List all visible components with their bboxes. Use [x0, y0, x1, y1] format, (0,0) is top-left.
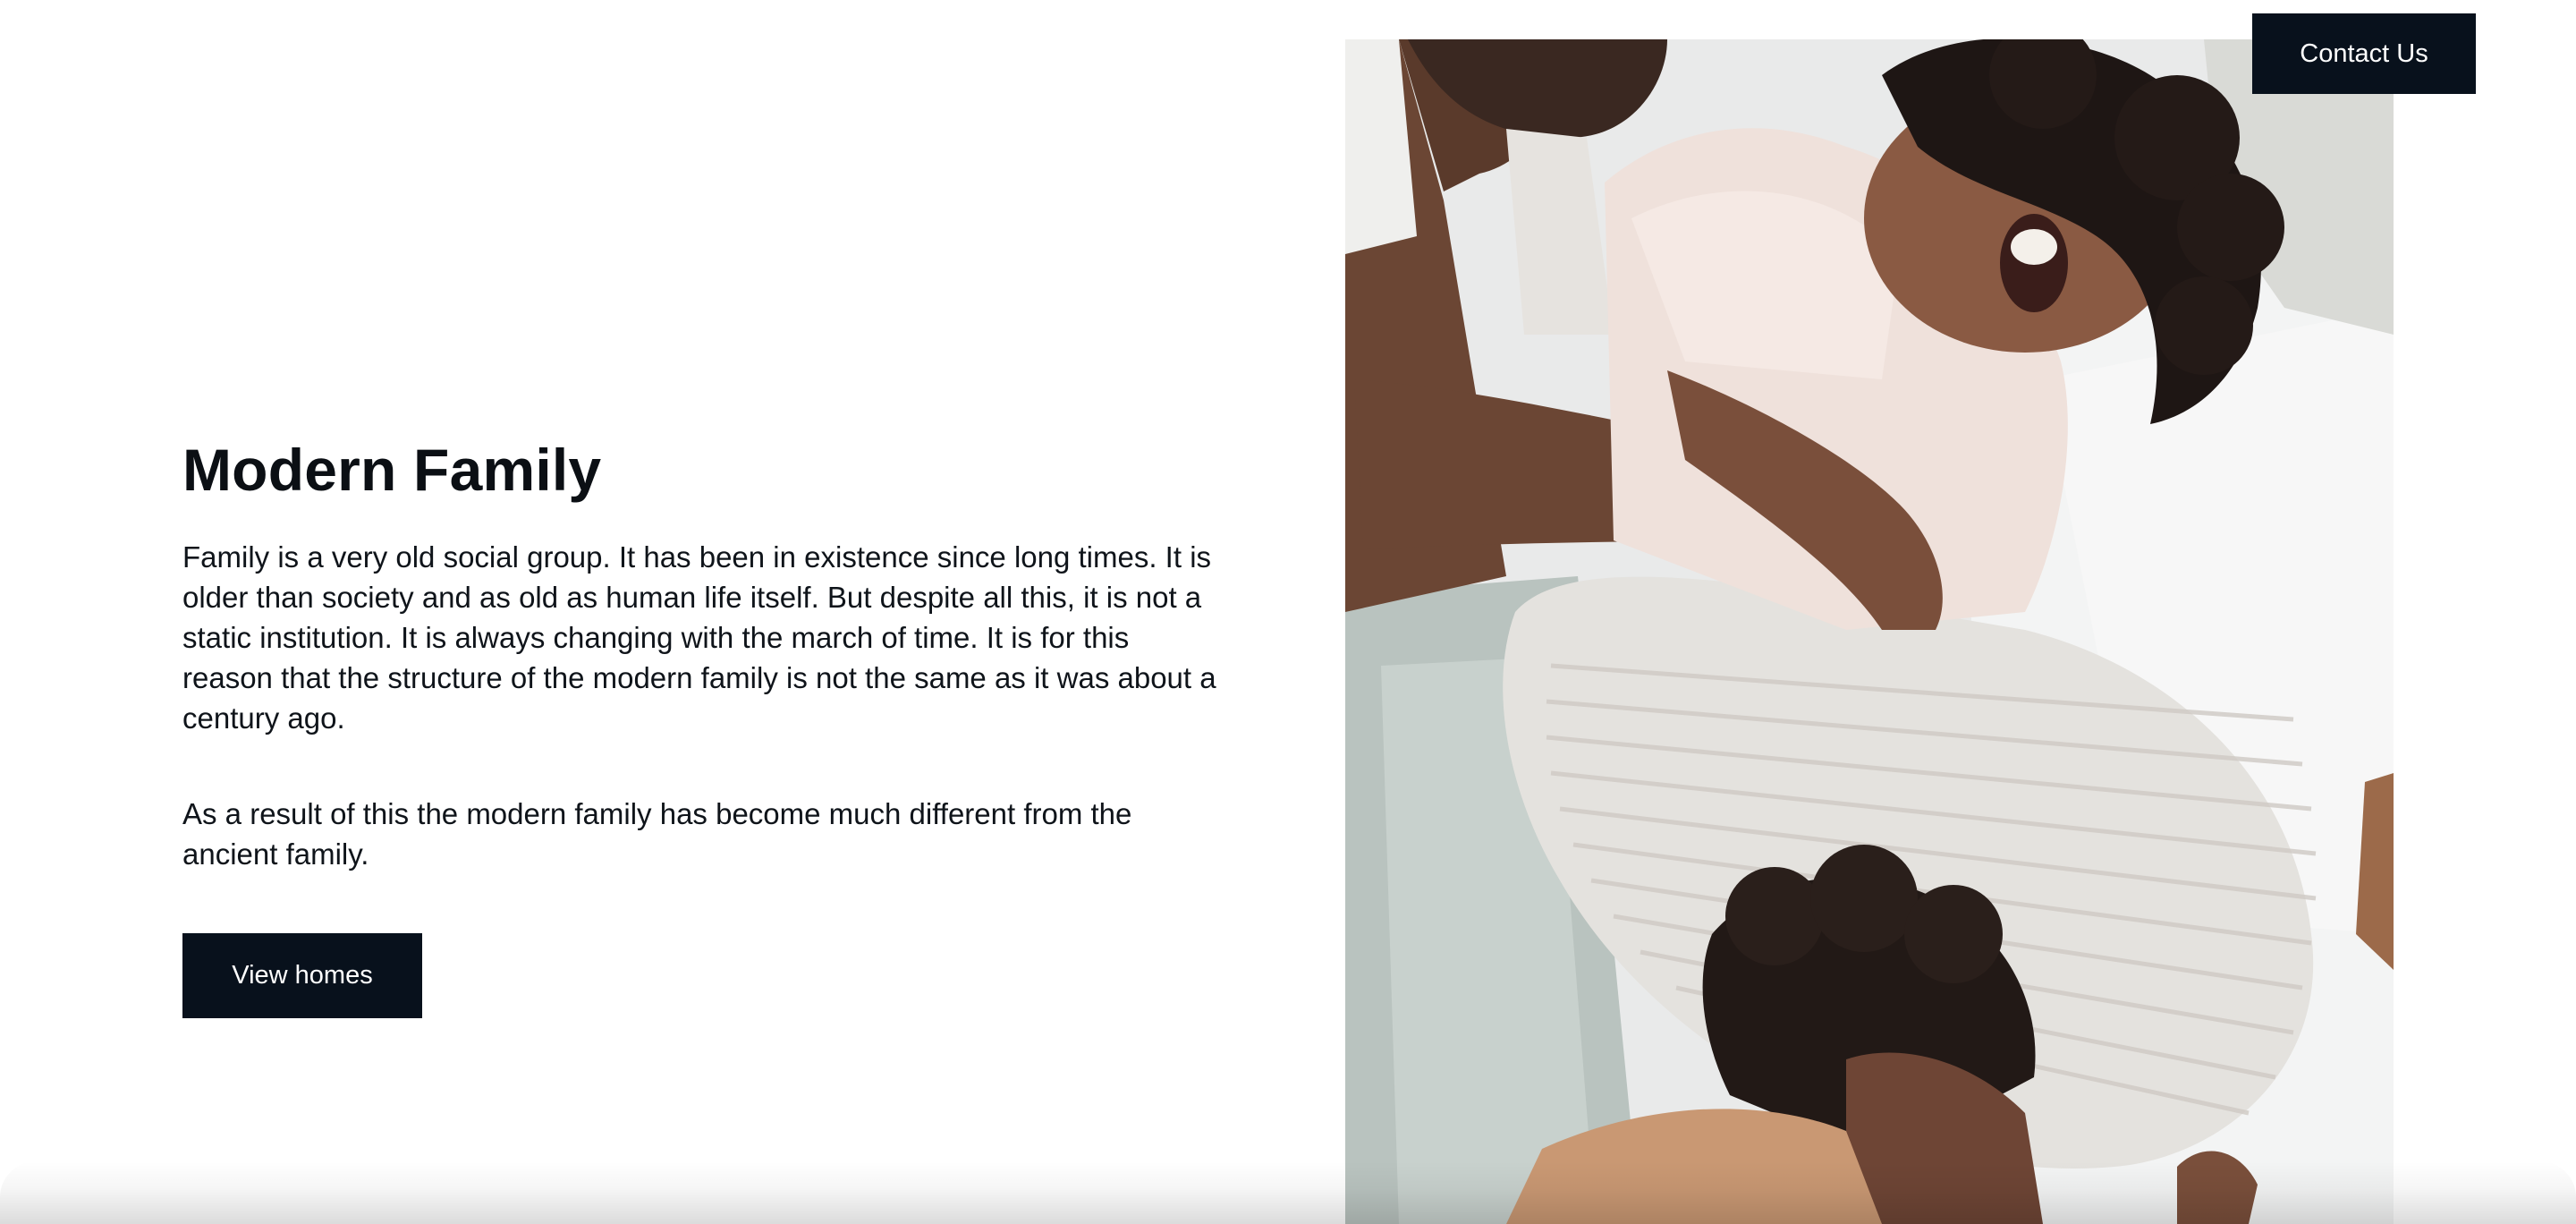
- page-title: Modern Family: [182, 437, 602, 503]
- view-homes-button[interactable]: View homes: [182, 933, 422, 1018]
- page: Contact Us Modern Family Family is a ver…: [0, 0, 2576, 1224]
- contact-us-button[interactable]: Contact Us: [2252, 13, 2476, 94]
- hero-paragraph-2: As a result of this the modern family ha…: [182, 797, 1132, 871]
- family-photo-illustration: [1345, 39, 2394, 1224]
- hero-text-section: Modern Family Family is a very old socia…: [182, 429, 1238, 1018]
- family-photo: [1345, 39, 2394, 1224]
- hero-paragraph-1: Family is a very old social group. It ha…: [182, 540, 1216, 735]
- bottom-shadow: [0, 1161, 2576, 1224]
